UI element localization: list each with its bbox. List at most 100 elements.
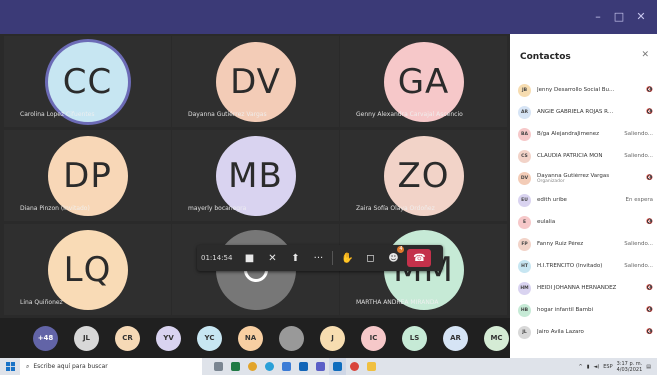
contact-row[interactable]: HM HEIDI JOHANNA HERNANDEZ 🔇 [518,278,653,298]
participant-chip[interactable]: MC [484,325,509,351]
contact-name-block: edith uribe [537,197,617,203]
contact-status: 🔇 [646,307,653,313]
contact-row[interactable]: FP Fanny Ruiz Pérez Saliendo... [518,234,653,254]
contact-avatar: BA [518,127,531,141]
store-app-icon[interactable] [278,358,295,375]
participant-tile[interactable]: LQ Lina Quiñonez [4,224,171,315]
contact-row[interactable]: JB Jenny Desarrollo Social Bucara 🔇 [518,80,653,100]
teams-app-icon[interactable] [312,358,329,375]
participant-name: Zaira Sofía Olaya Ordoñez [356,205,435,212]
participant-chip[interactable]: NA [238,325,263,351]
mic-toggle-icon[interactable]: ✕ [263,249,281,267]
participant-name: Genny Alexandra Carvajal Ascencio [356,111,463,118]
participant-tile[interactable]: DP Diana Pinzon (Invitado) [4,130,171,221]
contact-avatar: FP [518,237,531,251]
contact-name-block: Jairo Avila Lazaro [537,329,617,335]
contact-avatar: CS [518,149,531,163]
participant-chip[interactable]: IC [361,325,386,351]
hang-up-button[interactable]: ☎ [407,249,432,267]
search-placeholder: Escribe aquí para buscar [33,363,108,370]
participant-chip[interactable]: LS [402,325,427,351]
camera-toggle-icon[interactable]: ■ [240,249,258,267]
contact-name: edith uribe [537,197,567,203]
network-icon[interactable]: ▮ [587,364,590,370]
contact-row[interactable]: EU edith uribe En espera [518,190,653,210]
contact-name-block: H.I.TRENCITO (Invitado) [537,263,617,269]
participant-name: mayerly bocanegra [188,205,247,212]
more-actions-icon[interactable]: ··· [309,249,327,267]
participant-tile[interactable]: MB mayerly bocanegra [172,130,339,221]
contact-name: ANGIE GABRIELA ROJAS ROD... [537,109,617,115]
clock[interactable]: 3:17 p. m. 4/03/2021 [617,361,643,373]
maximize-icon[interactable]: □ [610,8,628,26]
contact-avatar: EU [518,193,531,207]
search-icon: ⌕ [26,362,30,370]
excel-app-icon[interactable] [227,358,244,375]
teams-meeting-window: – □ ✕ CC Carolina Lopez Cifuentes DV Dayann… [0,0,657,375]
raise-hand-icon[interactable]: ✋ [338,249,356,267]
chrome-app-icon-2[interactable] [346,358,363,375]
input-language[interactable]: ESP [603,364,612,370]
participant-tile[interactable]: ZO Zaira Sofía Olaya Ordoñez [340,130,507,221]
participant-chip[interactable]: CR [115,325,140,351]
participant-chip[interactable] [279,325,304,351]
close-icon[interactable]: ✕ [632,8,650,26]
participant-avatar: CC [47,42,128,122]
contact-name: Jairo Avila Lazaro [537,329,584,335]
participant-tile[interactable]: DV Dayanna Gutiérrez Vargas [172,36,339,127]
participant-name: Lina Quiñonez [20,299,63,306]
share-screen-icon[interactable]: ⬆ [286,249,304,267]
contact-avatar: AR [518,105,531,119]
outlook-app-icon[interactable] [329,358,346,375]
contact-row[interactable]: Eeulalia 🔇 [518,212,653,232]
chat-icon[interactable]: ◻ [361,249,379,267]
participants-button[interactable]: ☻ 4 [384,246,405,267]
participant-chip[interactable]: JL [74,325,99,351]
tray-up-icon[interactable]: ^ [579,364,583,370]
file-explorer-icon[interactable] [363,358,380,375]
contact-status: Saliendo... [624,263,653,269]
notifications-icon[interactable]: ▤ [646,364,651,370]
windows-start-icon[interactable] [0,358,20,375]
contact-row[interactable]: HT H.I.TRENCITO (Invitado) Saliendo... [518,256,653,276]
chrome-app-icon[interactable] [244,358,261,375]
edge-app-icon[interactable] [261,358,278,375]
volume-icon[interactable]: ◄) [593,364,599,370]
participant-tile[interactable]: CC Carolina Lopez Cifuentes [4,36,171,127]
contact-name-block: CLAUDIA PATRICIA MON [537,153,617,159]
contact-avatar: HM [518,281,531,295]
contact-name: Fanny Ruiz Pérez [537,241,584,247]
taskbar-search-input[interactable]: ⌕ Escribe aquí para buscar [20,358,202,375]
mail-app-icon[interactable] [295,358,312,375]
participant-avatar: GA [383,42,464,122]
contact-name-block: Jenny Desarrollo Social Bucara [537,87,617,93]
participant-chip[interactable]: J [320,325,345,351]
contact-avatar: JL [518,325,531,339]
title-bar: – □ ✕ [0,0,657,34]
contact-row[interactable]: JL Jairo Avila Lazaro 🔇 [518,322,653,342]
participants-badge: 4 [397,246,405,253]
contact-status: 🔇 [646,329,653,335]
contacts-panel: Contactos ✕ JB Jenny Desarrollo Social Bu… [510,34,657,358]
contact-avatar: E [518,215,531,229]
contact-avatar: HB [518,303,531,317]
more-participants-chip[interactable]: +48 [33,325,58,351]
contact-row[interactable]: DV Dayanna Gutiérrez Vargas Organizador 🔇 [518,168,653,188]
system-tray: ^ ▮ ◄) ESP 3:17 p. m. 4/03/2021 ▤ [579,361,657,373]
participant-avatar: DV [215,42,296,122]
contact-row[interactable]: BA B/ga AlejandraJimenez Saliendo... [518,124,653,144]
contact-status: Saliendo... [624,153,653,159]
contact-row[interactable]: CS CLAUDIA PATRICIA MON Saliendo... [518,146,653,166]
participant-tile[interactable]: GA Genny Alexandra Carvajal Ascencio [340,36,507,127]
minimize-icon[interactable]: – [589,8,607,26]
participant-chip[interactable]: YV [156,325,181,351]
contact-name: B/ga AlejandraJimenez [537,131,600,137]
call-toolbar: 01:14:54 ■ ✕ ⬆ ··· ✋ ◻ ☻ 4 ☎ [197,245,443,271]
task-view-icon[interactable] [210,358,227,375]
contact-row[interactable]: HB hogar infantil Bambi 🔇 [518,300,653,320]
close-panel-icon[interactable]: ✕ [641,50,649,60]
participant-chip[interactable]: YC [197,325,222,351]
participant-chip[interactable]: AR [443,325,468,351]
contact-row[interactable]: AR ANGIE GABRIELA ROJAS ROD... 🔇 [518,102,653,122]
contact-name: H.I.TRENCITO (Invitado) [537,263,603,269]
